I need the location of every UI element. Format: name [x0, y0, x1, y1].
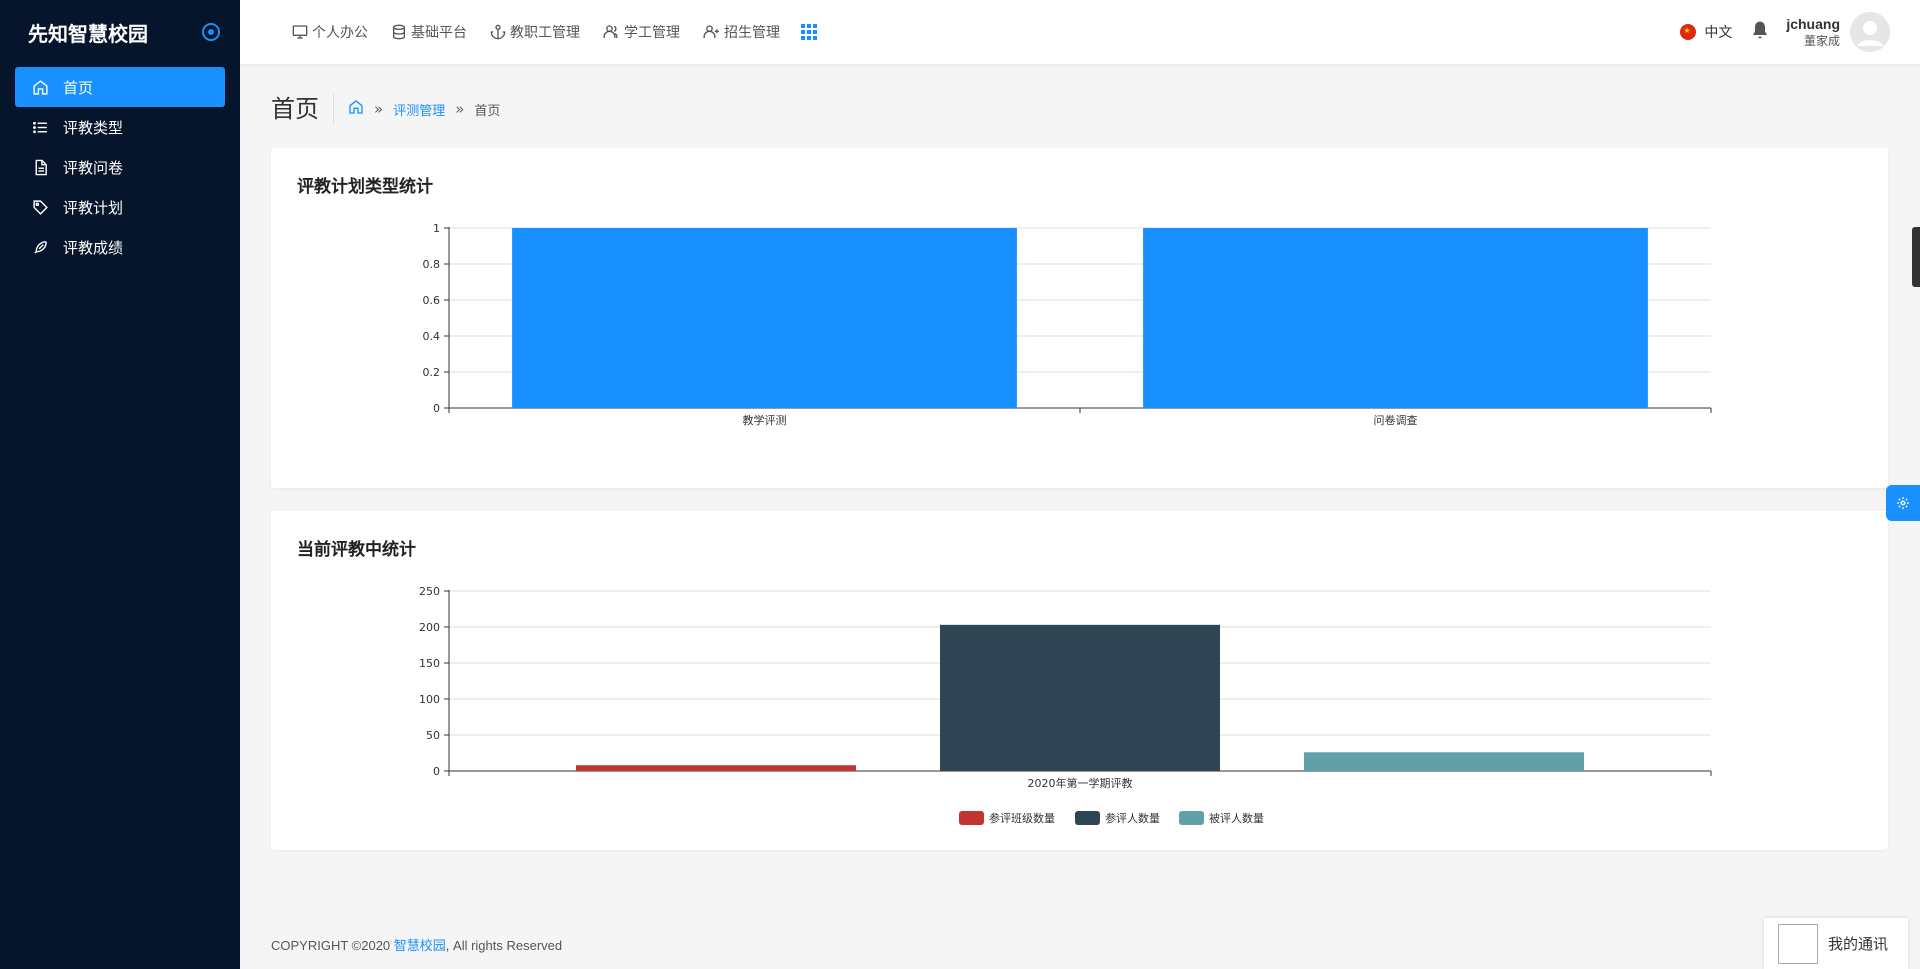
bar: [576, 765, 856, 771]
avatar[interactable]: [1850, 12, 1890, 52]
legend: 参评班级数量 参评人数量 被评人数量: [959, 811, 1264, 825]
sidebar-item-eval-score[interactable]: 评教成绩: [15, 227, 225, 267]
brand: 先知智慧校园: [0, 0, 240, 64]
sidebar-item-home[interactable]: 首页: [15, 67, 225, 107]
database-icon: [393, 24, 405, 40]
list-icon: [31, 118, 49, 136]
nav-label: 基础平台: [411, 25, 467, 41]
sidebar-item-eval-type[interactable]: 评教类型: [15, 107, 225, 147]
sidebar-toggle-icon[interactable]: [202, 23, 220, 41]
y-tick-label: 0.6: [423, 294, 441, 307]
breadcrumb-separator: »: [374, 100, 384, 118]
user-display-name: 董家成: [1803, 33, 1840, 48]
user-name: jchuang: [1786, 15, 1840, 32]
y-tick-label: 50: [426, 729, 440, 742]
sidebar: 先知智慧校园 首页 评教类型 评教问卷 评教计划 评教成绩: [0, 0, 240, 969]
y-tick-label: 100: [419, 693, 440, 706]
nav-label: 学工管理: [624, 25, 680, 41]
legend-label: 参评人数量: [1105, 811, 1160, 825]
footer-prefix: COPYRIGHT ©2020: [271, 938, 394, 953]
nav-personal-office[interactable]: 个人办公: [292, 22, 368, 42]
broken-image-icon: [1778, 923, 1818, 964]
legend-swatch: [959, 811, 984, 825]
breadcrumb-home-icon[interactable]: [348, 99, 364, 119]
language-switcher[interactable]: 中文: [1680, 22, 1732, 42]
sidebar-item-eval-plan[interactable]: 评教计划: [15, 187, 225, 227]
footer-suffix: , All rights Reserved: [445, 938, 563, 953]
header-right: 中文 jchuang 董家成: [1680, 0, 1890, 64]
current-eval-stats-card: 当前评教中统计 0 50 100 150 200 250 2020年第一学期评教 参评班级数量…: [271, 511, 1888, 850]
desktop-icon: [292, 25, 308, 39]
current-eval-bar-chart: 0 50 100 150 200 250 2020年第一学期评教参评班级数量 参评人数量 被评人…: [419, 585, 1712, 825]
user-info[interactable]: jchuang 董家成: [1786, 16, 1840, 49]
breadcrumb-separator: »: [455, 100, 465, 118]
breadcrumb-parent[interactable]: 评测管理: [393, 100, 445, 119]
nav-staff-management[interactable]: 教职工管理: [490, 22, 580, 42]
x-tick-label: 2020年第一学期评教: [1028, 776, 1133, 790]
bar: [940, 624, 1220, 771]
y-tick-label: 1: [433, 222, 440, 235]
x-tick-label: 教学评测: [743, 413, 787, 427]
apps-grid-icon[interactable]: [801, 24, 817, 40]
top-header: 个人办公 基础平台 教职工管理 学工管理 招生管理 中文: [240, 0, 1920, 64]
feather-icon: [31, 238, 49, 256]
document-icon: [31, 158, 49, 176]
sidebar-item-label: 评教成绩: [63, 238, 124, 257]
nav-admissions-management[interactable]: 招生管理: [703, 22, 780, 42]
sidebar-item-eval-questionnaire[interactable]: 评教问卷: [15, 147, 225, 187]
y-tick-label: 0: [433, 402, 440, 415]
bar: [1304, 752, 1584, 771]
bell-icon[interactable]: [1750, 19, 1770, 46]
sidebar-menu: 首页 评教类型 评教问卷 评教计划 评教成绩: [0, 64, 240, 267]
gear-icon: [1897, 497, 1909, 509]
nav-base-platform[interactable]: 基础平台: [391, 22, 467, 42]
china-flag-icon: [1680, 24, 1697, 40]
users-icon: [603, 25, 618, 38]
breadcrumb: » 评测管理 » 首页: [348, 99, 500, 119]
page-title: 首页: [271, 94, 334, 124]
sidebar-item-label: 评教计划: [63, 198, 124, 217]
settings-gear-button[interactable]: [1886, 485, 1920, 521]
home-icon: [31, 78, 49, 96]
breadcrumb-current: 首页: [474, 103, 501, 119]
legend-swatch: [1179, 811, 1204, 825]
sidebar-item-label: 评教问卷: [63, 158, 124, 177]
scrollbar-handle[interactable]: [1912, 227, 1920, 287]
plan-type-stats-card: 评教计划类型统计 0 0.2 0.4 0.6 0.8 1 教学评测 问卷调查: [271, 148, 1888, 488]
legend-swatch: [1075, 811, 1100, 825]
sidebar-item-label: 评教类型: [63, 118, 124, 137]
x-tick-label: 问卷调查: [1374, 413, 1418, 427]
tag-icon: [31, 198, 49, 216]
bar: [1143, 228, 1648, 408]
my-messages-widget[interactable]: 我的通讯: [1764, 918, 1908, 969]
sidebar-item-label: 首页: [63, 78, 94, 97]
legend-label: 参评班级数量: [989, 811, 1055, 825]
y-tick-label: 0.4: [423, 330, 441, 343]
nav-label: 教职工管理: [510, 25, 580, 41]
footer: COPYRIGHT ©2020 智慧校园, All rights Reserve…: [271, 935, 562, 954]
anchor-icon: [490, 24, 506, 40]
y-tick-label: 0: [433, 765, 440, 778]
legend-label: 被评人数量: [1209, 812, 1264, 825]
footer-link[interactable]: 智慧校园: [394, 939, 446, 954]
chat-label: 我的通讯: [1828, 935, 1889, 953]
top-nav: 个人办公 基础平台 教职工管理 学工管理 招生管理: [240, 22, 817, 42]
bar: [512, 228, 1017, 408]
y-tick-label: 200: [419, 621, 440, 634]
plan-type-bar-chart: 0 0.2 0.4 0.6 0.8 1 教学评测 问卷调查: [423, 222, 1712, 427]
page-header: 首页 » 评测管理 » 首页: [271, 92, 500, 126]
language-label: 中文: [1704, 25, 1733, 41]
nav-label: 招生管理: [724, 25, 780, 41]
y-tick-label: 0.8: [423, 258, 441, 271]
user-add-icon: [703, 25, 719, 38]
nav-student-management[interactable]: 学工管理: [603, 22, 680, 42]
y-tick-label: 150: [419, 657, 440, 670]
y-tick-label: 250: [419, 585, 440, 598]
nav-label: 个人办公: [312, 25, 368, 41]
y-tick-label: 0.2: [423, 366, 441, 379]
brand-title: 先知智慧校园: [28, 21, 148, 46]
